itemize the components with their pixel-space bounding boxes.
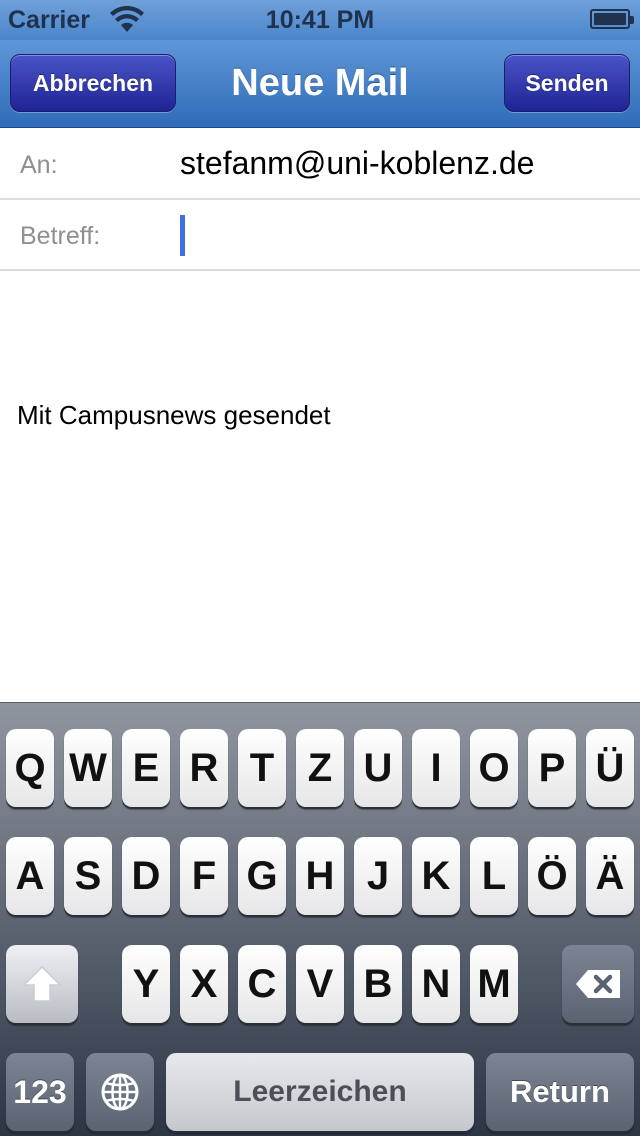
key-l[interactable]: L (470, 837, 518, 915)
return-key[interactable]: Return (486, 1053, 634, 1131)
globe-icon (101, 1073, 139, 1111)
key-i[interactable]: I (412, 729, 460, 807)
key-t[interactable]: T (238, 729, 286, 807)
to-field[interactable]: stefanm@uni-koblenz.de (180, 145, 534, 182)
text-cursor (180, 215, 185, 256)
globe-key[interactable] (86, 1053, 154, 1131)
key-z[interactable]: Z (296, 729, 344, 807)
key-y[interactable]: Y (122, 945, 170, 1023)
key-w[interactable]: W (64, 729, 112, 807)
key-b[interactable]: B (354, 945, 402, 1023)
key-q[interactable]: Q (6, 729, 54, 807)
delete-icon (576, 970, 620, 998)
subject-label: Betreff: (20, 222, 101, 250)
key-a[interactable]: A (6, 837, 54, 915)
key-e[interactable]: E (122, 729, 170, 807)
space-key[interactable]: Leerzeichen (166, 1053, 474, 1131)
to-field-row[interactable]: An: stefanm@uni-koblenz.de (0, 129, 640, 200)
key-c[interactable]: C (238, 945, 286, 1023)
key-d[interactable]: D (122, 837, 170, 915)
delete-key[interactable] (562, 945, 634, 1023)
subject-field-row[interactable]: Betreff: (0, 200, 640, 271)
key-o[interactable]: O (470, 729, 518, 807)
key-ü[interactable]: Ü (586, 729, 634, 807)
keyboard: 123 Leerzeichen Return QWERTZUIOPÜ ASDFGH… (0, 702, 640, 1136)
key-p[interactable]: P (528, 729, 576, 807)
message-body[interactable]: Mit Campusnews gesendet (17, 400, 331, 431)
navigation-bar: Abbrechen Neue Mail Senden (0, 40, 640, 128)
key-r[interactable]: R (180, 729, 228, 807)
key-n[interactable]: N (412, 945, 460, 1023)
key-s[interactable]: S (64, 837, 112, 915)
send-button[interactable]: Senden (504, 54, 630, 112)
status-time: 10:41 PM (265, 6, 375, 34)
battery-icon (590, 9, 634, 29)
key-g[interactable]: G (238, 837, 286, 915)
key-f[interactable]: F (180, 837, 228, 915)
key-j[interactable]: J (354, 837, 402, 915)
shift-key[interactable] (6, 945, 78, 1023)
key-ö[interactable]: Ö (528, 837, 576, 915)
status-bar: Carrier 10:41 PM (0, 0, 640, 40)
key-k[interactable]: K (412, 837, 460, 915)
numbers-key[interactable]: 123 (6, 1053, 74, 1131)
key-v[interactable]: V (296, 945, 344, 1023)
key-ä[interactable]: Ä (586, 837, 634, 915)
to-label: An: (20, 151, 58, 179)
shift-icon (22, 965, 62, 1002)
key-h[interactable]: H (296, 837, 344, 915)
key-x[interactable]: X (180, 945, 228, 1023)
key-m[interactable]: M (470, 945, 518, 1023)
key-u[interactable]: U (354, 729, 402, 807)
